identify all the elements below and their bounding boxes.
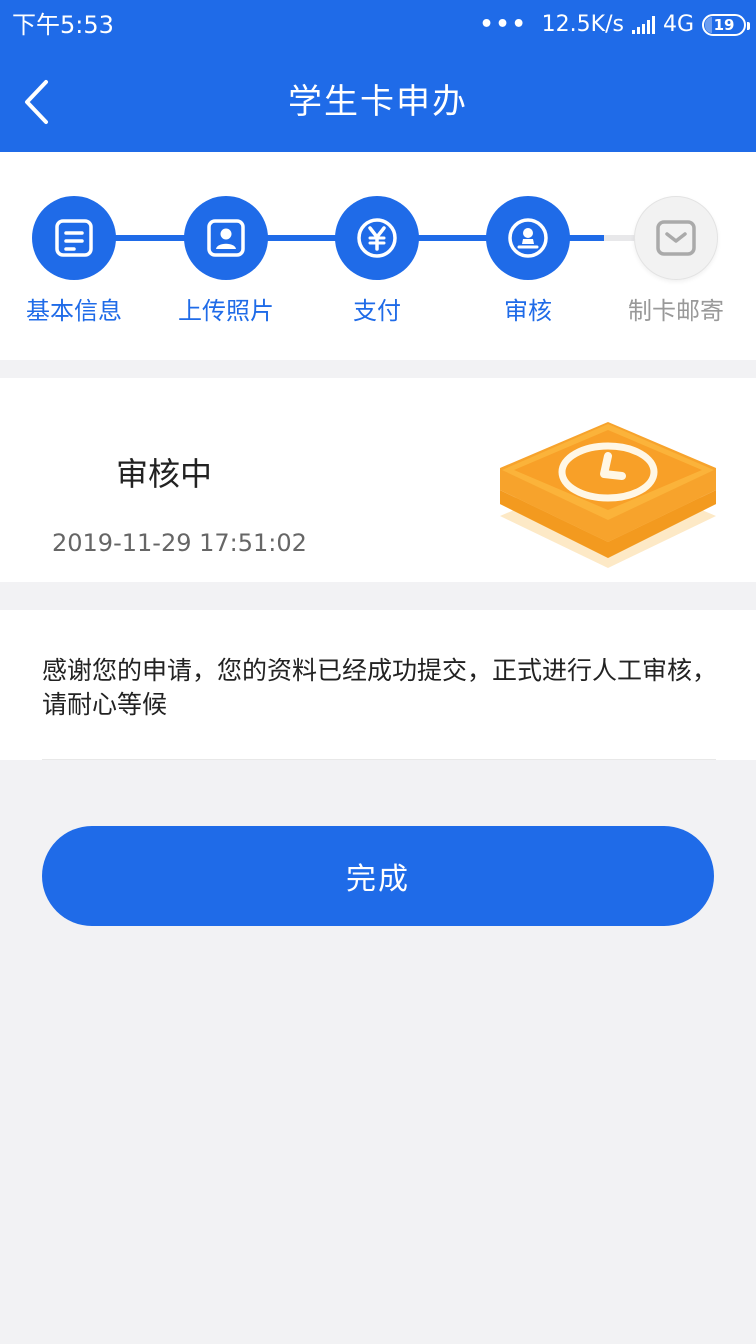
- progress-steps: 基本信息 上传照片 支付 审核 制卡邮寄: [0, 152, 756, 360]
- divider: [42, 759, 716, 760]
- status-timestamp: 2019-11-29 17:51:02: [52, 529, 307, 557]
- step-label: 上传照片: [178, 297, 274, 325]
- nav-bar: 学生卡申办: [0, 52, 756, 152]
- form-icon: [55, 219, 93, 257]
- status-time: 下午5:53: [12, 11, 114, 39]
- step-label: 审核: [504, 297, 552, 325]
- app-header: 下午5:53 ••• 12.5K/s 4G 19 学生卡申办: [0, 0, 756, 152]
- step-label: 制卡邮寄: [628, 297, 724, 325]
- net-speed: 12.5K/s: [541, 12, 624, 37]
- step-basic-info: 基本信息: [4, 196, 144, 326]
- network-type: 4G: [662, 12, 694, 37]
- step-label: 基本信息: [26, 297, 122, 325]
- more-dots: •••: [479, 12, 528, 37]
- step-label: 支付: [353, 297, 401, 325]
- battery-icon: 19: [702, 14, 750, 36]
- status-indicators: ••• 12.5K/s 4G 19: [479, 10, 750, 40]
- review-status-card: 审核中 2019-11-29 17:51:02: [0, 378, 756, 582]
- step-card-mailing: 制卡邮寄: [606, 196, 746, 326]
- signal-icon: [631, 16, 655, 34]
- status-bar: 下午5:53 ••• 12.5K/s 4G 19: [0, 0, 756, 52]
- yen-icon: [357, 218, 397, 258]
- envelope-icon: [656, 220, 696, 256]
- message-text: 感谢您的申请，您的资料已经成功提交，正式进行人工审核，请耐心等候: [42, 656, 718, 719]
- review-stamp-icon: [508, 218, 548, 258]
- done-button[interactable]: 完成: [42, 826, 714, 926]
- page-title: 学生卡申办: [288, 82, 468, 122]
- clock-illustration: [500, 422, 716, 568]
- status-title: 审核中: [116, 455, 213, 493]
- id-photo-icon: [207, 219, 245, 257]
- message-card: 感谢您的申请，您的资料已经成功提交，正式进行人工审核，请耐心等候: [0, 610, 756, 760]
- battery-level: 19: [713, 16, 735, 34]
- step-payment: 支付: [307, 196, 447, 326]
- step-review: 审核: [458, 196, 598, 326]
- step-upload-photo: 上传照片: [156, 196, 296, 326]
